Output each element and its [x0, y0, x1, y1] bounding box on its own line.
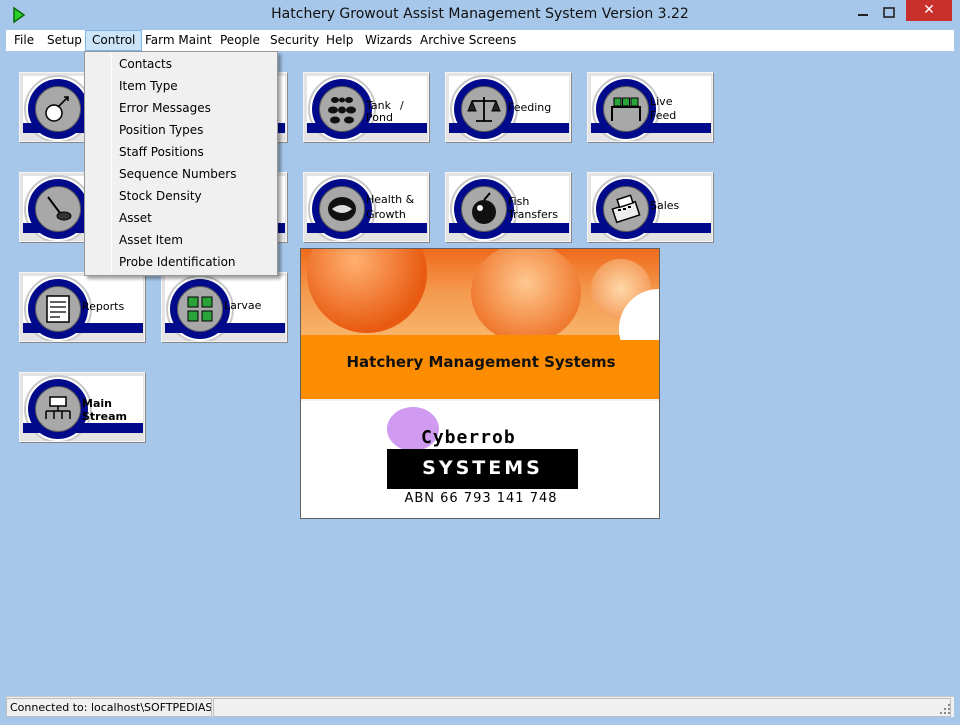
tile-live-feed-label-2: Feed: [650, 109, 677, 122]
tile-health-growth[interactable]: Health & Growth: [303, 172, 429, 242]
tile-feeding-label: Feeding: [508, 101, 552, 114]
banner-photo: [301, 249, 659, 335]
live-feed-icon: [611, 97, 641, 121]
title-bar: Hatchery Growout Assist Management Syste…: [0, 0, 960, 30]
tile-fish-transfers-label-2: Transfers: [508, 208, 558, 221]
scales-icon: [467, 97, 501, 122]
fish-transfer-icon: [472, 192, 496, 224]
menu-archive-screens[interactable]: Archive Screens: [414, 30, 522, 51]
reports-icon: [46, 295, 70, 323]
menu-item-sequence-numbers[interactable]: Sequence Numbers: [119, 163, 236, 185]
company-banner: Hatchery Management Systems Cyberrob SYS…: [300, 248, 660, 519]
menu-wizards[interactable]: Wizards: [359, 30, 418, 51]
tile-feeding[interactable]: Feeding: [445, 72, 571, 142]
larvae-icon: [187, 296, 213, 322]
cash-register-icon: [611, 194, 641, 224]
status-panel-empty: [213, 698, 951, 717]
menu-item-asset[interactable]: Asset: [119, 207, 152, 229]
tile-sales[interactable]: Sales: [587, 172, 713, 242]
tile-main-stream[interactable]: Main Stream: [19, 372, 145, 442]
menu-setup[interactable]: Setup: [41, 30, 88, 51]
tank-pond-icon: [328, 97, 356, 124]
banner-divider: [301, 399, 659, 401]
tile-tank-pond-label-slash: /: [400, 99, 404, 112]
tile-live-feed-label-1: Live: [650, 95, 673, 108]
tile-main-stream-label-2: Stream: [82, 410, 127, 423]
tile-larvae-label: Larvae: [224, 299, 262, 312]
menu-control[interactable]: Control: [85, 30, 143, 51]
tile-tank-pond[interactable]: Tank / Pond: [303, 72, 429, 142]
window-title: Hatchery Growout Assist Management Syste…: [271, 6, 689, 22]
tile-fish-transfers[interactable]: Fish Transfers: [445, 172, 571, 242]
menu-people[interactable]: People: [214, 30, 266, 51]
menu-item-staff-positions[interactable]: Staff Positions: [119, 141, 204, 163]
menu-item-item-type[interactable]: Item Type: [119, 75, 178, 97]
menu-item-error-messages[interactable]: Error Messages: [119, 97, 211, 119]
menu-item-stock-density[interactable]: Stock Density: [119, 185, 202, 207]
menu-item-position-types[interactable]: Position Types: [119, 119, 203, 141]
tile-reports[interactable]: Reports: [19, 272, 145, 342]
menu-file[interactable]: File: [8, 30, 40, 51]
fishing-net-icon: [47, 196, 72, 221]
menu-item-contacts[interactable]: Contacts: [119, 53, 172, 75]
menu-bar: File Setup Control Farm Maint People Sec…: [6, 30, 954, 51]
close-icon[interactable]: ✕: [906, 0, 952, 21]
status-bar: Connected to: localhost\SOFTPEDIAS: [6, 696, 954, 717]
tile-main-stream-label-1: Main: [82, 397, 112, 410]
banner-headline: Hatchery Management Systems: [346, 353, 616, 371]
menu-farm-maint[interactable]: Farm Maint: [139, 30, 218, 51]
tile-tank-pond-label-2: Pond: [366, 111, 393, 124]
control-dropdown-menu: Contacts Item Type Error Messages Positi…: [84, 51, 278, 276]
brand-abn: ABN 66 793 141 748: [404, 491, 558, 506]
tile-health-label-2: Growth: [366, 208, 406, 221]
tile-sales-label: Sales: [650, 199, 680, 212]
resize-grip-icon[interactable]: [939, 703, 951, 715]
maximize-icon[interactable]: [876, 2, 902, 22]
brand-name: Cyberrob: [421, 427, 516, 448]
connection-status: Connected to: localhost\SOFTPEDIAS: [6, 698, 212, 717]
menu-item-probe-identification[interactable]: Probe Identification: [119, 251, 236, 273]
tile-larvae[interactable]: Larvae: [161, 272, 287, 342]
menu-help[interactable]: Help: [320, 30, 359, 51]
fish-health-icon: [328, 197, 356, 221]
brand-systems: SYSTEMS: [422, 457, 543, 479]
menu-item-asset-item[interactable]: Asset Item: [119, 229, 183, 251]
tile-reports-label: Reports: [82, 300, 125, 313]
tile-health-label-1: Health &: [366, 193, 415, 206]
minimize-icon[interactable]: [850, 2, 876, 22]
tile-live-feed[interactable]: Live Feed: [587, 72, 713, 142]
tile-fish-transfers-label-1: Fish: [508, 195, 530, 208]
broodstock-icon: [45, 96, 69, 122]
main-stream-icon: [45, 396, 71, 419]
menu-security[interactable]: Security: [264, 30, 325, 51]
